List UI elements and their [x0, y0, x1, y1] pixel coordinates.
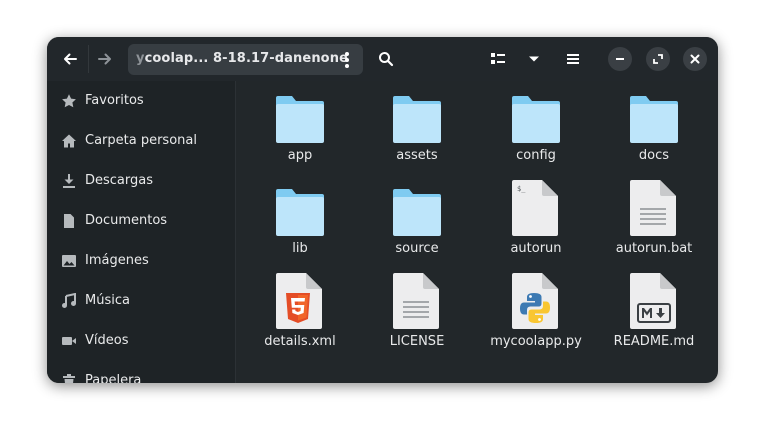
file-item-details-xml[interactable]: details.xml	[241, 267, 359, 360]
file-name: lib	[292, 241, 308, 256]
sidebar-item-label: Música	[85, 293, 130, 308]
file-item-autorun[interactable]: $_ autorun	[477, 174, 595, 267]
close-icon	[690, 54, 700, 64]
file-item-mycoolapp-py[interactable]: mycoolapp.py	[477, 267, 595, 360]
folder-icon	[276, 96, 324, 143]
vertical-dots-icon	[345, 51, 349, 68]
folder-icon	[393, 96, 441, 143]
sidebar-item-papelera[interactable]: Papelera	[47, 361, 235, 383]
file-item-source[interactable]: source	[358, 174, 476, 267]
sidebar-item-label: Papelera	[85, 373, 142, 383]
hamburger-icon	[567, 54, 579, 64]
file-name: autorun	[510, 241, 562, 256]
file-name: assets	[396, 148, 438, 163]
text-file-icon	[630, 180, 676, 236]
file-name: source	[395, 241, 439, 256]
chevron-down-icon	[529, 56, 539, 62]
svg-text:$_: $_	[517, 185, 526, 193]
file-item-assets[interactable]: assets	[358, 81, 476, 174]
close-button[interactable]	[683, 47, 707, 71]
nav-separator	[88, 45, 89, 73]
path-bar[interactable]: ycoolap... 8-18.17-danenone	[128, 44, 363, 75]
html5-file-icon	[276, 273, 322, 329]
folder-icon	[630, 96, 678, 143]
folder-icon	[393, 189, 441, 236]
star-icon	[62, 94, 76, 108]
arrow-right-icon	[98, 53, 111, 65]
sidebar-item-imagenes[interactable]: Imágenes	[47, 241, 235, 281]
file-item-app[interactable]: app	[241, 81, 359, 174]
image-icon	[62, 255, 76, 267]
file-manager-window: ycoolap... 8-18.17-danenone Favoritos Ca…	[47, 37, 718, 383]
folder-icon	[276, 189, 324, 236]
minimize-button[interactable]	[608, 47, 632, 71]
sidebar-item-musica[interactable]: Música	[47, 281, 235, 321]
script-file-icon: $_	[512, 180, 558, 236]
trash-icon	[63, 374, 75, 383]
main-menu-button[interactable]	[558, 45, 588, 73]
file-name: config	[516, 148, 556, 163]
file-name: autorun.bat	[615, 241, 693, 256]
sidebar-item-videos[interactable]: Vídeos	[47, 321, 235, 361]
sidebar-item-descargas[interactable]: Descargas	[47, 161, 235, 201]
path-prefix: y	[136, 51, 145, 66]
file-name: docs	[638, 148, 670, 163]
download-icon	[63, 174, 75, 188]
forward-button[interactable]	[90, 45, 120, 73]
sidebar-item-carpeta-personal[interactable]: Carpeta personal	[47, 121, 235, 161]
file-name: details.xml	[264, 334, 336, 349]
file-item-readme-md[interactable]: README.md	[595, 267, 713, 360]
sidebar-item-label: Carpeta personal	[85, 133, 197, 148]
sidebar-item-label: Vídeos	[85, 333, 129, 348]
sidebar: Favoritos Carpeta personal Descargas Doc…	[47, 81, 235, 383]
file-item-lib[interactable]: lib	[241, 174, 359, 267]
sidebar-item-label: Documentos	[85, 213, 168, 228]
path-menu-button[interactable]	[337, 48, 357, 71]
header-bar: ycoolap... 8-18.17-danenone	[47, 37, 718, 81]
file-item-license[interactable]: LICENSE	[358, 267, 476, 360]
view-options-button[interactable]	[519, 45, 549, 73]
file-name: app	[287, 148, 313, 163]
video-icon	[62, 337, 76, 345]
sidebar-item-documentos[interactable]: Documentos	[47, 201, 235, 241]
path-current-folder: coolap... 8-18.17-danenone	[144, 51, 348, 66]
maximize-button[interactable]	[646, 47, 670, 71]
file-name: README.md	[613, 334, 695, 349]
search-button[interactable]	[371, 45, 401, 73]
sidebar-item-label: Imágenes	[85, 253, 149, 268]
file-name: mycoolapp.py	[490, 334, 582, 349]
python-file-icon	[512, 273, 558, 329]
file-item-config[interactable]: config	[477, 81, 595, 174]
view-toggle-button[interactable]	[483, 45, 513, 73]
minimize-icon	[616, 58, 624, 60]
file-grid: app assets config docs lib source $_ aut…	[236, 81, 718, 383]
home-icon	[62, 134, 76, 148]
list-view-icon	[491, 53, 505, 64]
search-icon	[379, 52, 394, 67]
document-icon	[64, 214, 74, 228]
markdown-file-icon	[630, 273, 676, 329]
arrow-left-icon	[64, 53, 77, 65]
folder-icon	[512, 96, 560, 143]
path-title: ycoolap... 8-18.17-danenone	[136, 51, 348, 66]
text-file-icon	[393, 273, 439, 329]
file-item-docs[interactable]: docs	[595, 81, 713, 174]
music-icon	[62, 293, 76, 308]
back-button[interactable]	[55, 45, 85, 73]
file-name: LICENSE	[389, 334, 445, 349]
file-item-autorun-bat[interactable]: autorun.bat	[595, 174, 713, 267]
maximize-icon	[653, 54, 663, 64]
sidebar-item-label: Favoritos	[85, 93, 144, 108]
sidebar-item-label: Descargas	[85, 173, 154, 188]
sidebar-item-favoritos[interactable]: Favoritos	[47, 81, 235, 121]
